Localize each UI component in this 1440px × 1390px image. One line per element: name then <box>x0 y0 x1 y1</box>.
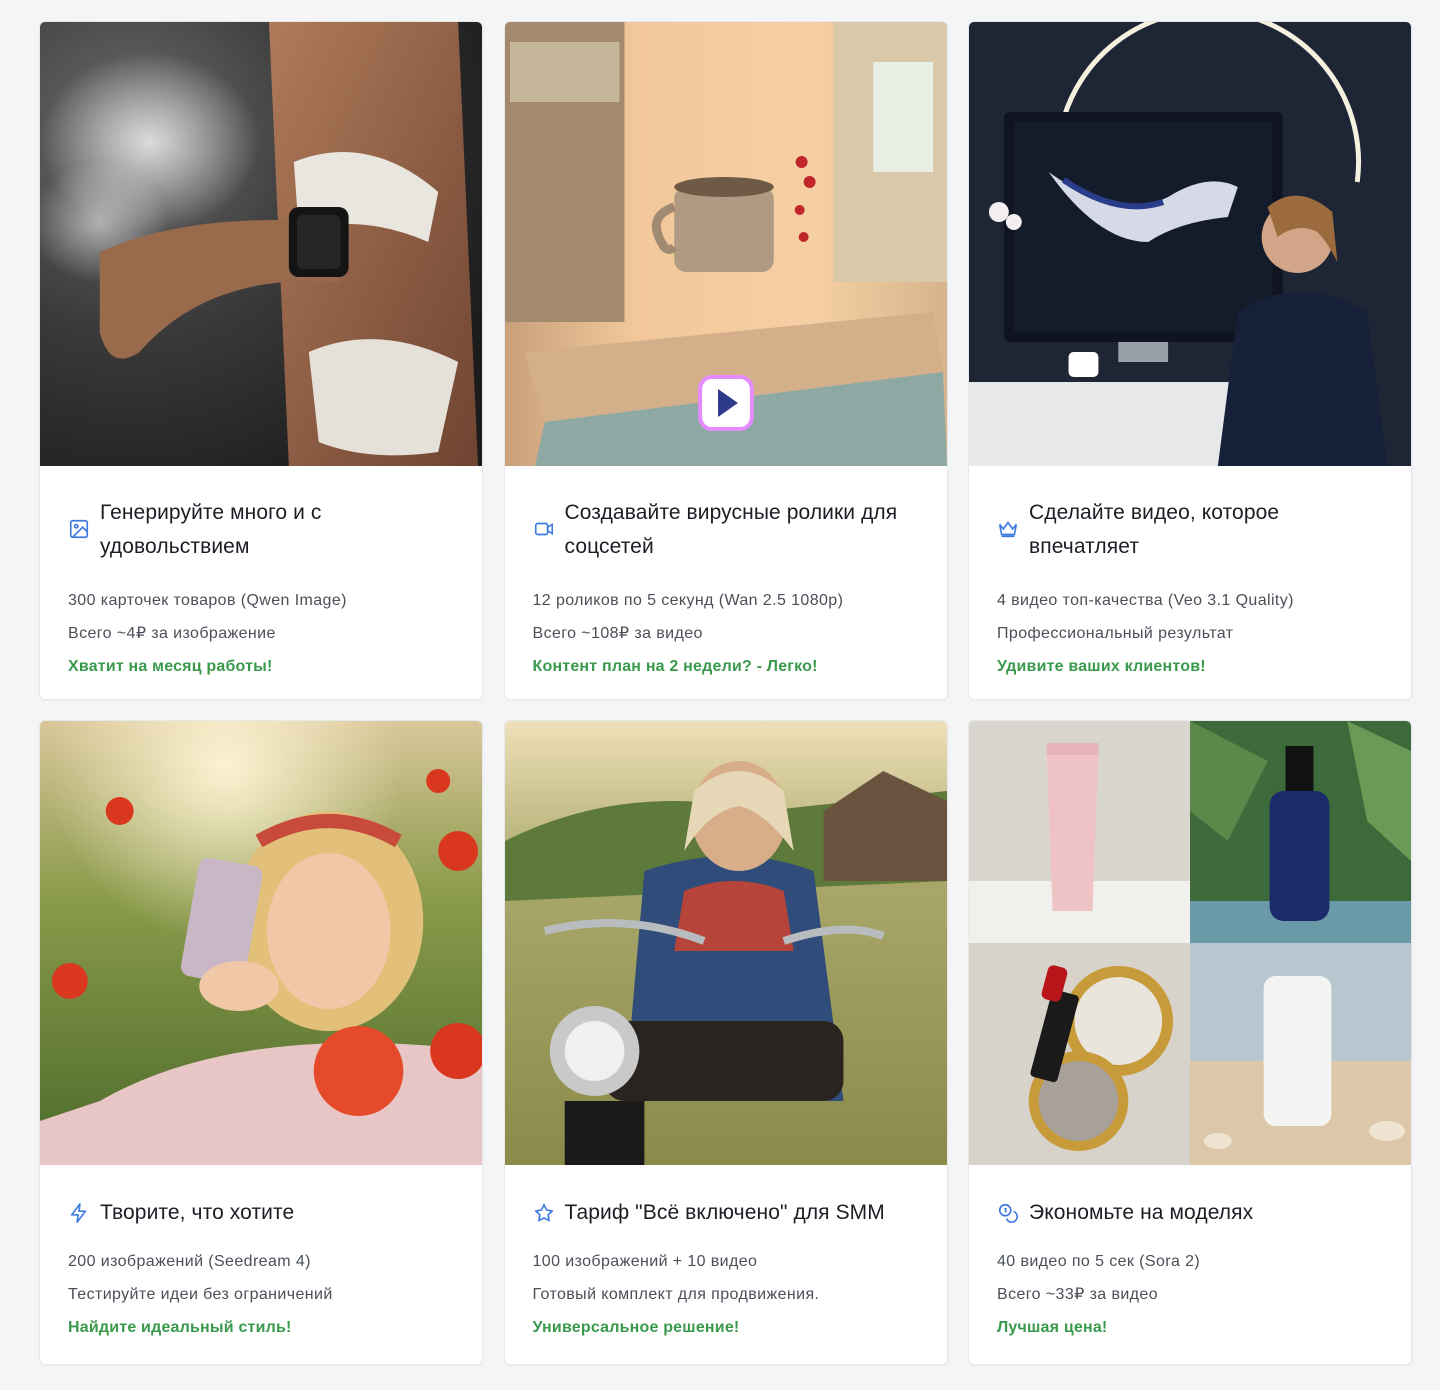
card-title: Творите, что хотите <box>100 1201 295 1224</box>
woman-with-smartwatch-photo <box>40 22 482 466</box>
card-price: Всего ~4₽ за изображение <box>68 625 276 642</box>
card-price: Профессиональный результат <box>997 625 1234 642</box>
image-icon <box>68 518 90 540</box>
card-quota: 300 карточек товаров (Qwen Image) <box>68 592 347 609</box>
card-quota: 40 видео по 5 сек (Sora 2) <box>997 1253 1201 1270</box>
card-highlight: Универсальное решение! <box>532 1319 740 1336</box>
plan-card-save-on-models[interactable]: Экономьте на моделях 40 видео по 5 сек (… <box>968 720 1412 1365</box>
card-title: Генерируйте много и с удовольствием <box>100 501 322 558</box>
card-title: Тариф "Всё включено" для SMM <box>564 1201 885 1224</box>
star-icon <box>533 1202 555 1224</box>
woman-at-monitor-scarf-photo <box>969 22 1411 466</box>
card-price: Всего ~33₽ за видео <box>997 1286 1159 1303</box>
crown-icon <box>997 518 1019 540</box>
card-title: Создавайте вирусные ролики для соцсетей <box>564 501 898 558</box>
girl-in-poppy-field-photo <box>40 721 482 1165</box>
grandma-on-motorcycle-photo <box>504 721 947 1165</box>
card-price: Тестируйте идеи без ограничений <box>68 1286 333 1303</box>
kitchen-floating-mug-photo <box>504 22 947 466</box>
card-quota: 4 видео топ-качества (Veo 3.1 Quality) <box>997 592 1294 609</box>
plan-card-creative-freedom[interactable]: Творите, что хотите 200 изображений (See… <box>39 720 483 1365</box>
pricing-cards-grid: Генерируйте много и с удовольствием 300 … <box>39 21 1412 1365</box>
card-price: Всего ~108₽ за видео <box>532 625 703 642</box>
card-highlight: Найдите идеальный стиль! <box>68 1319 292 1336</box>
plan-card-mass-generation[interactable]: Генерируйте много и с удовольствием 300 … <box>39 21 483 700</box>
lightning-icon <box>68 1202 90 1224</box>
card-quota: 100 изображений + 10 видео <box>532 1253 758 1270</box>
card-highlight: Лучшая цена! <box>997 1319 1108 1336</box>
card-highlight: Удивите ваших клиентов! <box>997 658 1206 675</box>
card-price: Готовый комплект для продвижения. <box>532 1286 820 1303</box>
card-quota: 12 роликов по 5 секунд (Wan 2.5 1080p) <box>532 592 844 609</box>
plan-card-smm-all-inclusive[interactable]: Тариф "Всё включено" для SMM 100 изображ… <box>503 720 948 1365</box>
plan-card-premium-video[interactable]: Сделайте видео, которое впечатляет 4 вид… <box>968 21 1412 700</box>
card-highlight: Хватит на месяц работы! <box>68 658 273 675</box>
card-title: Экономьте на моделях <box>1029 1201 1254 1224</box>
card-title: Сделайте видео, которое впечатляет <box>1029 501 1280 558</box>
card-quota: 200 изображений (Seedream 4) <box>68 1253 311 1270</box>
plan-card-viral-videos[interactable]: Создавайте вирусные ролики для соцсетей … <box>503 21 948 700</box>
video-camera-icon <box>533 518 555 540</box>
cosmetics-collage-photo <box>969 721 1411 1165</box>
card-highlight: Контент план на 2 недели? - Легко! <box>532 658 818 675</box>
coins-icon <box>997 1202 1019 1224</box>
